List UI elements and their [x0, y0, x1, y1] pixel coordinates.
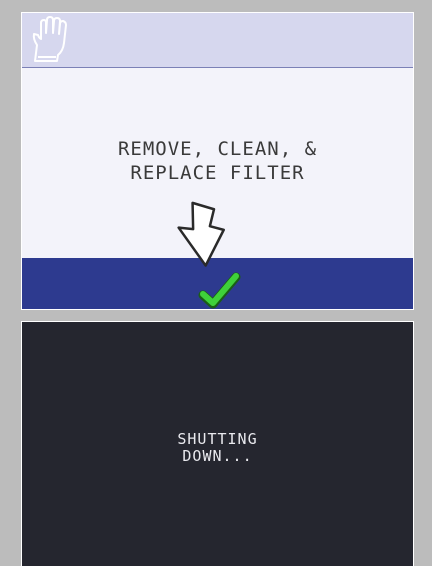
status-line-2: DOWN...	[182, 447, 253, 465]
shutdown-status: SHUTTING DOWN...	[22, 431, 413, 465]
arrow-pointer-icon	[177, 201, 225, 267]
glove-icon	[32, 16, 67, 62]
status-line-1: SHUTTING	[177, 430, 258, 448]
screen-header	[22, 13, 413, 68]
instruction-line-1: REMOVE, CLEAN, &	[117, 138, 318, 160]
shutdown-screen: SHUTTING DOWN...	[21, 321, 414, 566]
instruction-message: REMOVE, CLEAN, & REPLACE FILTER	[22, 137, 413, 185]
instruction-line-2: REPLACE FILTER	[130, 162, 305, 184]
filter-screen: REMOVE, CLEAN, & REPLACE FILTER	[21, 12, 414, 310]
